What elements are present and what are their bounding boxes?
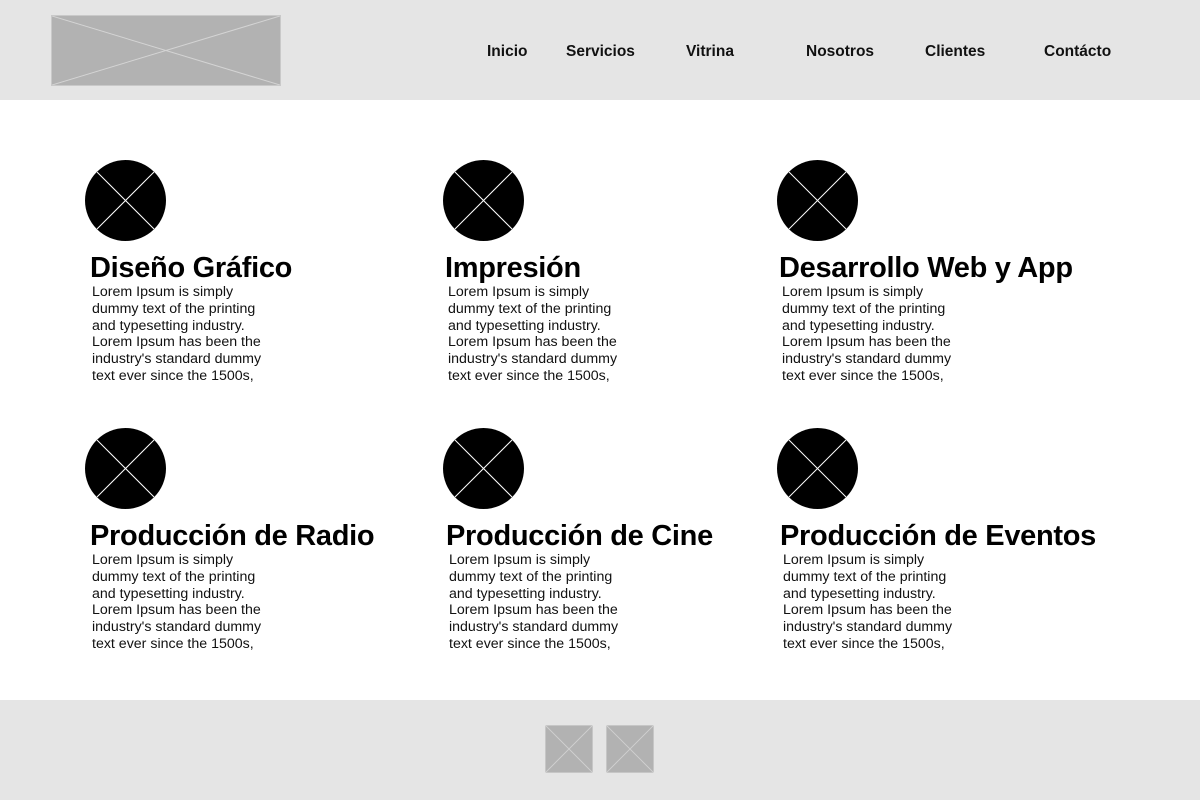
page: Inicio Servicios Vitrina Nosotros Client… (0, 0, 1200, 800)
service-description: Lorem Ipsum is simply dummy text of the … (449, 552, 619, 652)
image-placeholder-icon (443, 428, 524, 509)
service-card: Desarrollo Web y App Lorem Ipsum is simp… (777, 160, 1137, 400)
service-card: Impresión Lorem Ipsum is simply dummy te… (443, 160, 803, 400)
service-title: Diseño Gráfico (90, 252, 293, 284)
image-placeholder-icon (443, 160, 524, 241)
service-card: Producción de Eventos Lorem Ipsum is sim… (777, 428, 1137, 668)
service-title: Producción de Cine (446, 520, 713, 552)
social-placeholder-icon[interactable] (606, 725, 654, 773)
service-description: Lorem Ipsum is simply dummy text of the … (92, 284, 262, 384)
social-placeholder-icon[interactable] (545, 725, 593, 773)
nav-item-inicio[interactable]: Inicio (487, 43, 527, 61)
nav-item-vitrina[interactable]: Vitrina (686, 43, 734, 61)
service-description: Lorem Ipsum is simply dummy text of the … (783, 552, 953, 652)
service-card: Producción de Radio Lorem Ipsum is simpl… (85, 428, 445, 668)
service-card: Producción de Cine Lorem Ipsum is simply… (443, 428, 803, 668)
image-placeholder-icon (777, 428, 858, 509)
image-placeholder-icon (777, 160, 858, 241)
image-placeholder-icon (85, 160, 166, 241)
header: Inicio Servicios Vitrina Nosotros Client… (0, 0, 1200, 100)
nav-item-contacto[interactable]: Contácto (1044, 43, 1111, 61)
service-description: Lorem Ipsum is simply dummy text of the … (448, 284, 618, 384)
logo-placeholder-icon (52, 16, 280, 85)
footer (0, 700, 1200, 800)
image-placeholder-icon (85, 428, 166, 509)
service-title: Producción de Eventos (780, 520, 1096, 552)
nav-item-servicios[interactable]: Servicios (566, 43, 635, 61)
nav-item-clientes[interactable]: Clientes (925, 43, 985, 61)
service-description: Lorem Ipsum is simply dummy text of the … (92, 552, 262, 652)
nav-item-nosotros[interactable]: Nosotros (806, 43, 874, 61)
service-card: Diseño Gráfico Lorem Ipsum is simply dum… (85, 160, 445, 400)
service-title: Desarrollo Web y App (779, 252, 1073, 284)
service-title: Producción de Radio (90, 520, 375, 552)
service-description: Lorem Ipsum is simply dummy text of the … (782, 284, 952, 384)
logo-placeholder[interactable] (51, 15, 281, 86)
service-title: Impresión (445, 252, 581, 284)
